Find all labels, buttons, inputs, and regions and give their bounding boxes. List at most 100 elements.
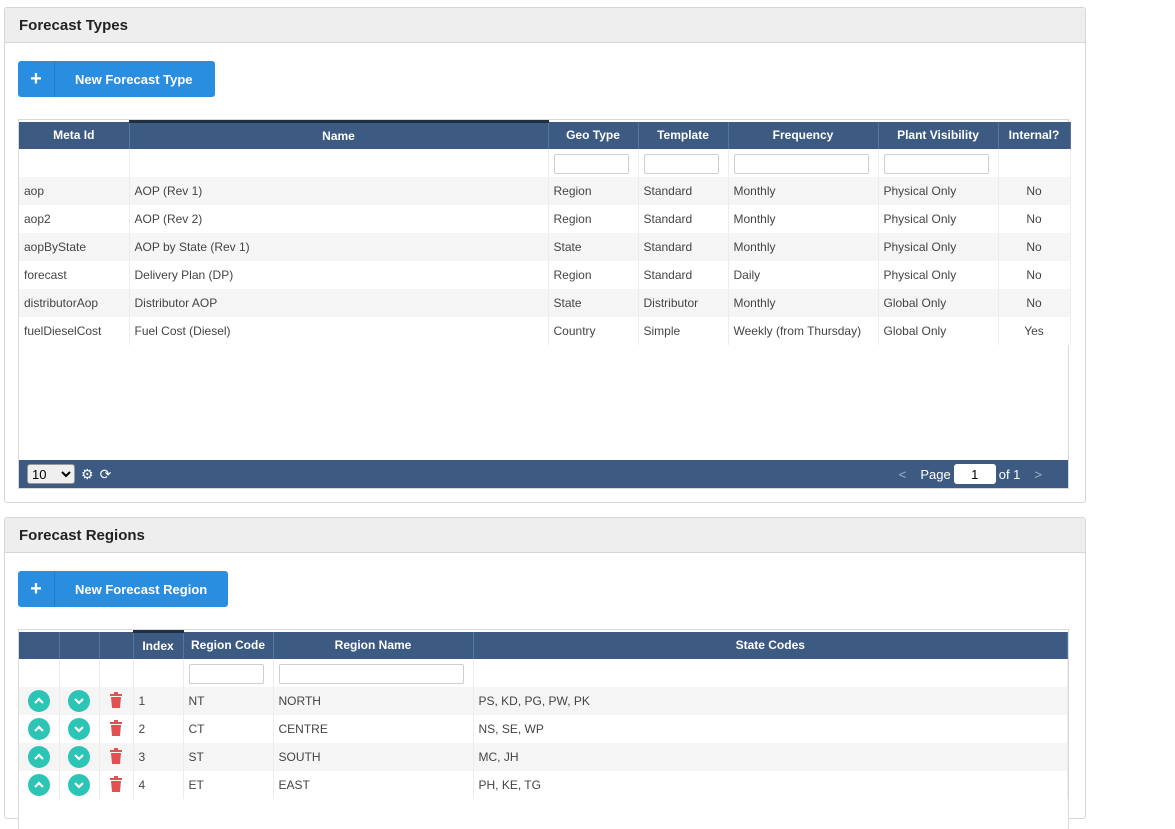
chevron-up-icon[interactable] (27, 746, 50, 768)
new-forecast-type-label: New Forecast Type (75, 71, 193, 87)
cell-region-name: NORTH (273, 687, 474, 715)
col-delete (99, 631, 134, 659)
cell-name: AOP (Rev 1) (129, 177, 549, 205)
regions-header-row: Index Region Code Region Name State Code… (19, 630, 1068, 659)
page-number-input[interactable] (953, 464, 996, 484)
cell-name: AOP by State (Rev 1) (129, 233, 549, 261)
col-internal[interactable]: Internal? (998, 121, 1071, 149)
move-up-cell (19, 771, 60, 799)
geo-type-filter-input[interactable] (553, 154, 629, 174)
trash-icon[interactable] (109, 775, 123, 792)
table-row[interactable]: fuelDieselCost Fuel Cost (Diesel) Country S… (19, 317, 1071, 345)
table-row[interactable]: 3 ST SOUTH MC, JH (19, 743, 1068, 771)
move-down-cell (59, 715, 100, 743)
cell-plant-visibility: Physical Only (878, 177, 999, 205)
cell-index: 1 (133, 687, 184, 715)
cell-internal: Yes (998, 317, 1071, 345)
page-size-select[interactable]: 10 (27, 464, 75, 484)
cell-frequency: Weekly (from Thursday) (728, 317, 879, 345)
cell-template: Standard (638, 233, 729, 261)
cell-name: AOP (Rev 2) (129, 205, 549, 233)
table-row[interactable]: 1 NT NORTH PS, KD, PG, PW, PK (19, 687, 1068, 715)
cell-region-code: ST (183, 743, 274, 771)
cell-frequency: Monthly (728, 233, 879, 261)
table-row[interactable]: aop2 AOP (Rev 2) Region Standard Monthly Phys… (19, 205, 1071, 233)
cell-frequency: Monthly (728, 289, 879, 317)
col-name[interactable]: Name (129, 120, 549, 149)
refresh-icon[interactable]: ⟳ (100, 466, 112, 483)
cell-region-name: EAST (273, 771, 474, 799)
page-count-label: of 1 (998, 466, 1021, 482)
cell-geo-type: State (548, 233, 639, 261)
table-row[interactable]: 2 CT CENTRE NS, SE, WP (19, 715, 1068, 743)
cell-state-codes: PH, KE, TG (473, 771, 1068, 799)
col-geo-type[interactable]: Geo Type (548, 121, 639, 149)
region-name-filter-input[interactable] (278, 664, 464, 684)
new-forecast-type-button[interactable]: + New Forecast Type (18, 61, 215, 97)
chevron-down-icon[interactable] (68, 746, 90, 768)
forecast-regions-panel: Forecast Regions + New Forecast Region I… (4, 517, 1086, 829)
delete-cell (99, 771, 134, 799)
col-region-code[interactable]: Region Code (183, 631, 274, 659)
cell-geo-type: Region (548, 177, 639, 205)
table-row[interactable]: distributorAop Distributor AOP State Distri… (19, 289, 1071, 317)
col-plant-visibility[interactable]: Plant Visibility (878, 121, 999, 149)
plant-visibility-filter-input[interactable] (883, 154, 989, 174)
cell-plant-visibility: Global Only (878, 317, 999, 345)
col-meta-id[interactable]: Meta Id (19, 121, 130, 149)
frequency-filter-input[interactable] (733, 154, 869, 174)
cell-region-code: ET (183, 771, 274, 799)
forecast-regions-title: Forecast Regions (5, 518, 1085, 553)
cell-frequency: Monthly (728, 205, 879, 233)
next-page-button[interactable]: > (1034, 467, 1042, 482)
gear-icon[interactable]: ⚙ (81, 466, 94, 483)
region-code-filter-input[interactable] (188, 664, 264, 684)
cell-region-name: SOUTH (273, 743, 474, 771)
cell-frequency: Daily (728, 261, 879, 289)
cell-template: Standard (638, 205, 729, 233)
chevron-up-icon[interactable] (27, 690, 50, 712)
cell-meta-id: aop2 (19, 205, 130, 233)
cell-template: Simple (638, 317, 729, 345)
chevron-down-icon[interactable] (68, 774, 90, 796)
col-state-codes[interactable]: State Codes (473, 631, 1068, 659)
col-index[interactable]: Index (133, 630, 184, 659)
trash-icon[interactable] (109, 691, 123, 708)
template-filter-input[interactable] (643, 154, 719, 174)
cell-name: Distributor AOP (129, 289, 549, 317)
forecast-regions-grid: Index Region Code Region Name State Code… (18, 629, 1069, 829)
trash-icon[interactable] (109, 747, 123, 764)
trash-icon[interactable] (109, 719, 123, 736)
chevron-up-icon[interactable] (27, 774, 50, 796)
plus-icon: + (18, 571, 55, 607)
cell-index: 3 (133, 743, 184, 771)
table-row[interactable]: aop AOP (Rev 1) Region Standard Monthly Physi… (19, 177, 1071, 205)
table-row[interactable]: 4 ET EAST PH, KE, TG (19, 771, 1068, 799)
cell-meta-id: fuelDieselCost (19, 317, 130, 345)
cell-region-name: CENTRE (273, 715, 474, 743)
chevron-down-icon[interactable] (68, 718, 90, 740)
page-label: Page (920, 466, 951, 482)
col-frequency[interactable]: Frequency (728, 121, 879, 149)
cell-meta-id: aop (19, 177, 130, 205)
cell-state-codes: PS, KD, PG, PW, PK (473, 687, 1068, 715)
forecast-types-title: Forecast Types (5, 8, 1085, 43)
col-region-name[interactable]: Region Name (273, 631, 474, 659)
new-forecast-region-button[interactable]: + New Forecast Region (18, 571, 228, 607)
cell-plant-visibility: Physical Only (878, 233, 999, 261)
prev-page-button[interactable]: < (899, 467, 907, 482)
cell-internal: No (998, 289, 1071, 317)
move-down-cell (59, 771, 100, 799)
chevron-up-icon[interactable] (27, 718, 50, 740)
forecast-types-grid: Meta Id Name Geo Type Template Frequency… (18, 119, 1071, 489)
cell-region-code: CT (183, 715, 274, 743)
col-template[interactable]: Template (638, 121, 729, 149)
delete-cell (99, 715, 134, 743)
table-row[interactable]: aopByState AOP by State (Rev 1) State Stand… (19, 233, 1071, 261)
types-filter-row (19, 149, 1071, 177)
cell-region-code: NT (183, 687, 274, 715)
types-pager: 10 ⚙ ⟳ < Page of 1 > (19, 460, 1068, 488)
chevron-down-icon[interactable] (68, 690, 90, 712)
table-row[interactable]: forecast Delivery Plan (DP) Region Standard… (19, 261, 1071, 289)
cell-plant-visibility: Physical Only (878, 261, 999, 289)
